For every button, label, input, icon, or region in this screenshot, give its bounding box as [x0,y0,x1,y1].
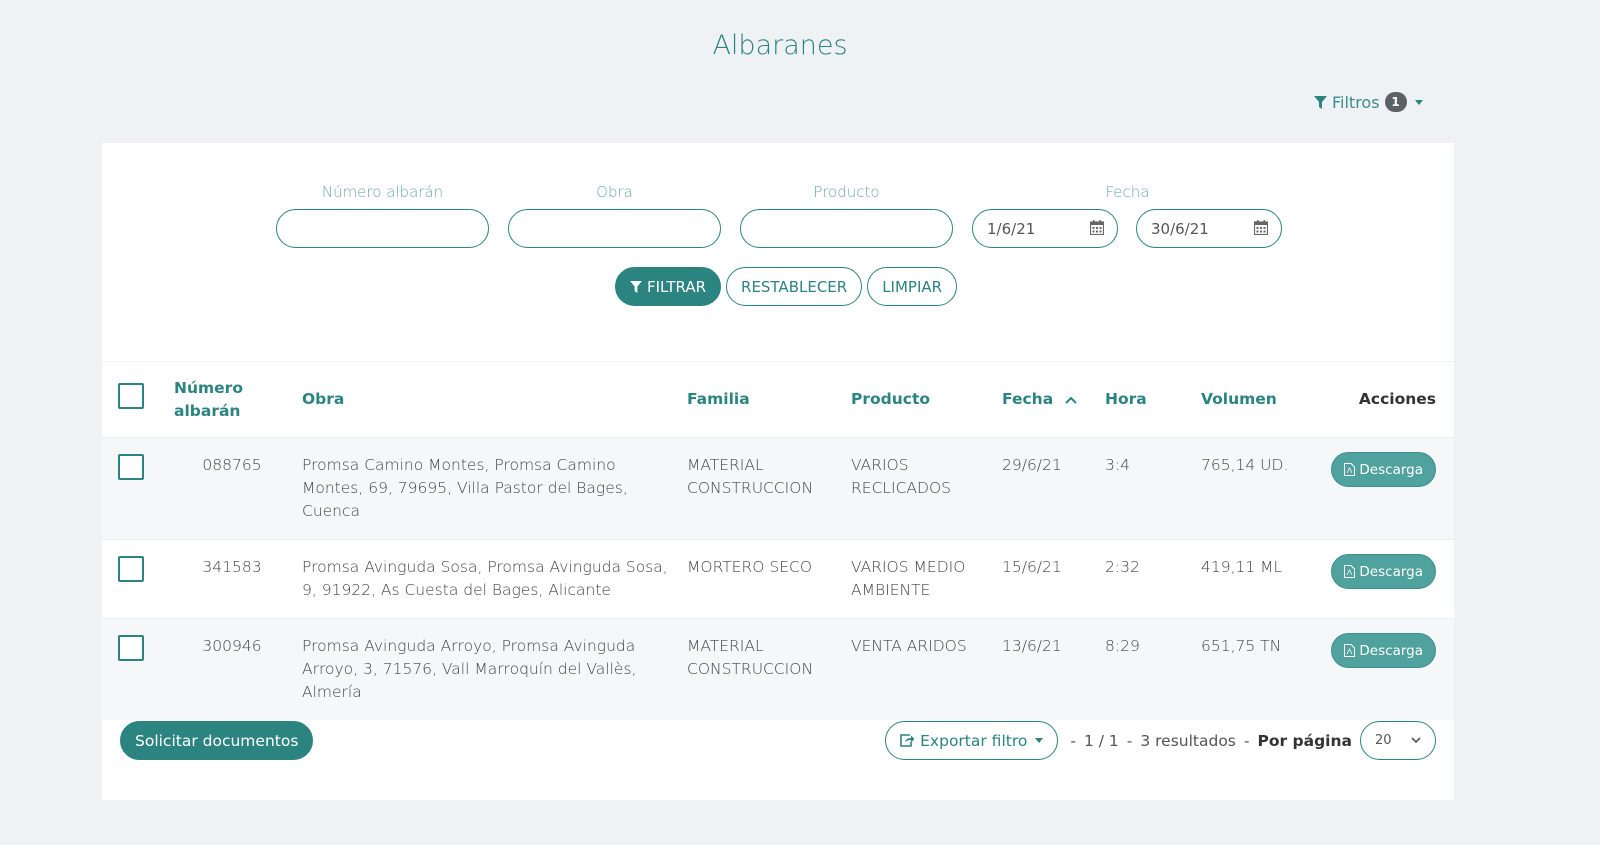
row-obra: Promsa Camino Montes, Promsa Camino Mont… [302,456,628,520]
pdf-file-icon [1344,463,1356,476]
header-volumen[interactable]: Volumen [1195,361,1323,438]
separator: - [1126,731,1133,750]
obra-input[interactable] [508,209,721,248]
row-familia: MATERIAL CONSTRUCCION [687,456,814,497]
fecha-field: Fecha [972,183,1283,248]
fecha-label: Fecha [1105,183,1150,201]
chevron-down-icon [1411,737,1421,744]
solicitar-documentos-button[interactable]: Solicitar documentos [120,721,314,760]
caret-down-icon [1414,99,1423,105]
descarga-label: Descarga [1359,461,1423,478]
header-fecha[interactable]: Fecha [996,361,1099,438]
separator: - [1243,731,1250,750]
producto-label: Producto [813,183,880,201]
obra-label: Obra [596,183,633,201]
filtrar-button[interactable]: FILTRAR [615,267,722,306]
caret-down-icon [1035,738,1044,743]
results-count: 3 resultados [1140,731,1236,750]
filter-actions: FILTRAR RESTABLECER LIMPIAR [615,267,958,306]
filters-count-badge: 1 [1384,92,1407,112]
separator: - [1070,731,1076,750]
filter-panel: Número albarán Obra Producto Fecha 1/6/2… [102,143,1454,361]
producto-field: Producto [740,183,953,248]
fecha-from-wrap [972,209,1118,248]
table-row: 088765 Promsa Camino Montes, Promsa Cami… [102,437,1454,540]
fecha-to-wrap [1136,209,1282,248]
exportar-filtro-label: Exportar filtro [920,731,1028,750]
row-producto: VARIOS RECLICADOS [851,456,951,497]
header-acciones: Acciones [1323,361,1454,438]
row-volumen: 765,14 UD. [1201,456,1289,474]
row-fecha: 29/6/21 [1002,456,1062,474]
numero-input[interactable] [276,209,489,248]
descarga-button[interactable]: Descarga [1331,452,1436,487]
share-export-icon [900,734,915,747]
header-familia[interactable]: Familia [681,361,845,438]
numero-label: Número albarán [321,183,444,201]
producto-input[interactable] [740,209,953,248]
calendar-icon[interactable] [1090,220,1104,235]
header-numero[interactable]: Número albarán [168,361,296,438]
calendar-icon[interactable] [1254,220,1268,235]
restablecer-button[interactable]: RESTABLECER [726,267,863,306]
row-hora: 3:4 [1105,456,1130,474]
header-producto[interactable]: Producto [845,361,996,438]
header-obra[interactable]: Obra [296,361,681,438]
numero-field: Número albarán [276,183,489,248]
per-page-select[interactable]: 20 [1360,721,1436,760]
limpiar-button[interactable]: LIMPIAR [867,267,958,306]
header-numero-line1: Número [174,378,243,397]
table-footer: Solicitar documentos Exportar filtro - 1… [102,568,1454,800]
header-hora[interactable]: Hora [1099,361,1195,438]
row-numero: 088765 [202,456,262,474]
per-page-label: Por página [1257,731,1352,750]
filter-icon [630,280,642,293]
filtrar-label: FILTRAR [647,277,707,296]
select-all-checkbox[interactable] [118,383,144,409]
obra-field: Obra [508,183,721,248]
row-checkbox[interactable] [118,454,144,480]
page-info: 1 / 1 [1083,731,1119,750]
per-page-value: 20 [1375,733,1392,748]
main-card: Número albarán Obra Producto Fecha 1/6/2… [102,143,1454,800]
exportar-filtro-button[interactable]: Exportar filtro [885,721,1059,760]
table-header-row: Número albarán Obra Familia Producto Fec… [102,361,1454,438]
pagination: Exportar filtro - 1 / 1 - 3 resultados -… [885,721,1436,760]
filters-toggle[interactable]: Filtros 1 [1314,92,1423,112]
filter-icon [1314,95,1327,109]
header-numero-line2: albarán [174,401,241,420]
sort-ascending-icon [1064,396,1077,404]
header-fecha-label: Fecha [1002,390,1054,408]
page-title: Albaranes [712,30,848,61]
filters-label: Filtros [1332,92,1380,112]
